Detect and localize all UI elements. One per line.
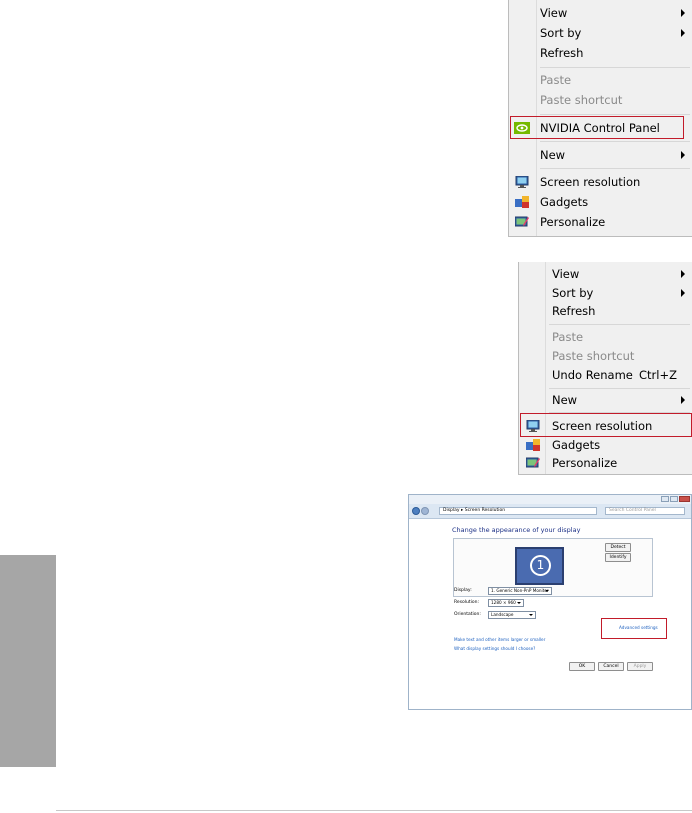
highlight-box-nvidia xyxy=(510,116,684,139)
breadcrumb[interactable]: Display ▸ Screen Resolution xyxy=(439,507,597,515)
menu1-item-sort-by[interactable]: Sort by xyxy=(509,23,692,43)
submenu-arrow-icon xyxy=(681,270,685,278)
context-menu-1: View Sort by Refresh Paste Paste shortcu… xyxy=(508,0,692,237)
dropdown-arrow-icon xyxy=(529,614,533,616)
personalize-icon xyxy=(526,457,540,468)
maximize-button[interactable] xyxy=(670,496,678,502)
window-titlebar xyxy=(409,495,691,504)
menu-item-label: Sort by xyxy=(552,286,594,300)
close-button[interactable] xyxy=(679,496,690,502)
menu2-item-undo-rename[interactable]: Undo Rename Ctrl+Z xyxy=(519,365,692,385)
menu2-item-paste[interactable]: Paste xyxy=(519,327,692,347)
menu1-item-screen-resolution[interactable]: Screen resolution xyxy=(509,172,692,192)
gadgets-icon xyxy=(526,439,540,451)
screen-resolution-window: Display ▸ Screen Resolution Search Contr… xyxy=(408,494,692,710)
back-button[interactable] xyxy=(412,507,420,515)
menu-item-label: Personalize xyxy=(540,215,606,229)
what-settings-link[interactable]: What display settings should I choose? xyxy=(454,646,535,651)
text-size-link[interactable]: Make text and other items larger or smal… xyxy=(454,637,545,642)
resolution-label: Resolution: xyxy=(454,600,480,605)
menu2-item-paste-shortcut[interactable]: Paste shortcut xyxy=(519,346,692,366)
menu-item-label: Paste shortcut xyxy=(552,349,635,363)
menu-separator xyxy=(549,388,690,389)
menu-item-label: Refresh xyxy=(540,46,584,60)
menu2-item-view[interactable]: View xyxy=(519,264,692,284)
menu-separator xyxy=(540,114,690,115)
display-value: 1. Generic Non-PnP Monitor xyxy=(491,588,549,593)
menu2-item-refresh[interactable]: Refresh xyxy=(519,301,692,321)
orientation-label: Orientation: xyxy=(454,612,481,617)
menu-item-label: New xyxy=(552,393,578,407)
menu-item-label: Undo Rename xyxy=(552,368,633,382)
submenu-arrow-icon xyxy=(681,396,685,404)
menu1-item-gadgets[interactable]: Gadgets xyxy=(509,192,692,212)
address-bar: Display ▸ Screen Resolution Search Contr… xyxy=(409,504,691,519)
orientation-select[interactable]: Landscape xyxy=(488,611,536,619)
screen-resolution-icon xyxy=(515,176,529,188)
menu-item-label: Screen resolution xyxy=(540,175,641,189)
gadgets-icon xyxy=(515,196,529,208)
menu1-item-view[interactable]: View xyxy=(509,3,692,23)
menu1-item-paste-shortcut[interactable]: Paste shortcut xyxy=(509,90,692,110)
personalize-icon xyxy=(515,216,529,227)
menu-item-label: Sort by xyxy=(540,26,582,40)
menu-item-label: Gadgets xyxy=(552,438,601,452)
minimize-button[interactable] xyxy=(661,496,669,502)
resolution-value: 1280 × 960 xyxy=(491,600,516,605)
menu-item-label: Refresh xyxy=(552,304,596,318)
highlight-box-advanced-settings xyxy=(601,618,667,639)
apply-button[interactable]: Apply xyxy=(627,662,653,671)
orientation-value: Landscape xyxy=(491,612,514,617)
menu-item-label: Paste shortcut xyxy=(540,93,623,107)
menu2-item-gadgets[interactable]: Gadgets xyxy=(519,435,692,455)
menu-separator xyxy=(540,168,690,169)
submenu-arrow-icon xyxy=(681,151,685,159)
cancel-button[interactable]: Cancel xyxy=(598,662,624,671)
menu1-item-paste[interactable]: Paste xyxy=(509,70,692,90)
monitor-preview: 1 Detect Identify xyxy=(453,538,653,597)
search-input[interactable]: Search Control Panel xyxy=(605,507,685,515)
page-bottom-rule xyxy=(56,810,692,811)
display-select[interactable]: 1. Generic Non-PnP Monitor xyxy=(488,587,552,595)
menu1-item-new[interactable]: New xyxy=(509,145,692,165)
resolution-select[interactable]: 1280 × 960 xyxy=(488,599,524,607)
menu1-item-personalize[interactable]: Personalize xyxy=(509,212,692,232)
identify-button[interactable]: Identify xyxy=(605,553,631,562)
monitor-1-icon[interactable]: 1 xyxy=(515,547,564,585)
dropdown-arrow-icon xyxy=(545,590,549,592)
detect-button[interactable]: Detect xyxy=(605,543,631,552)
menu-item-label: Gadgets xyxy=(540,195,589,209)
highlight-box-screen-resolution xyxy=(520,413,692,437)
menu-item-label: View xyxy=(540,6,568,20)
context-menu-2: View Sort by Refresh Paste Paste shortcu… xyxy=(518,262,692,475)
submenu-arrow-icon xyxy=(681,9,685,17)
dropdown-arrow-icon xyxy=(517,602,521,604)
ok-button[interactable]: OK xyxy=(569,662,595,671)
menu1-item-refresh[interactable]: Refresh xyxy=(509,43,692,63)
menu2-item-new[interactable]: New xyxy=(519,390,692,410)
forward-button[interactable] xyxy=(421,507,429,515)
page-title: Change the appearance of your display xyxy=(452,526,581,534)
breadcrumb-text: Display ▸ Screen Resolution xyxy=(443,508,506,513)
menu-separator xyxy=(549,324,690,325)
menu2-item-sort-by[interactable]: Sort by xyxy=(519,283,692,303)
display-label: Display: xyxy=(454,588,472,593)
menu-item-label: New xyxy=(540,148,566,162)
menu-item-label: Paste xyxy=(552,330,584,344)
menu-item-label: Personalize xyxy=(552,456,618,470)
submenu-arrow-icon xyxy=(681,289,685,297)
menu-separator xyxy=(540,67,690,68)
menu2-item-personalize[interactable]: Personalize xyxy=(519,453,692,473)
menu-item-label: View xyxy=(552,267,580,281)
menu-item-label: Paste xyxy=(540,73,572,87)
menu-separator xyxy=(540,141,690,142)
submenu-arrow-icon xyxy=(681,29,685,37)
page-side-tab xyxy=(0,555,56,767)
monitor-number: 1 xyxy=(530,555,551,576)
menu-item-shortcut: Ctrl+Z xyxy=(639,368,677,382)
